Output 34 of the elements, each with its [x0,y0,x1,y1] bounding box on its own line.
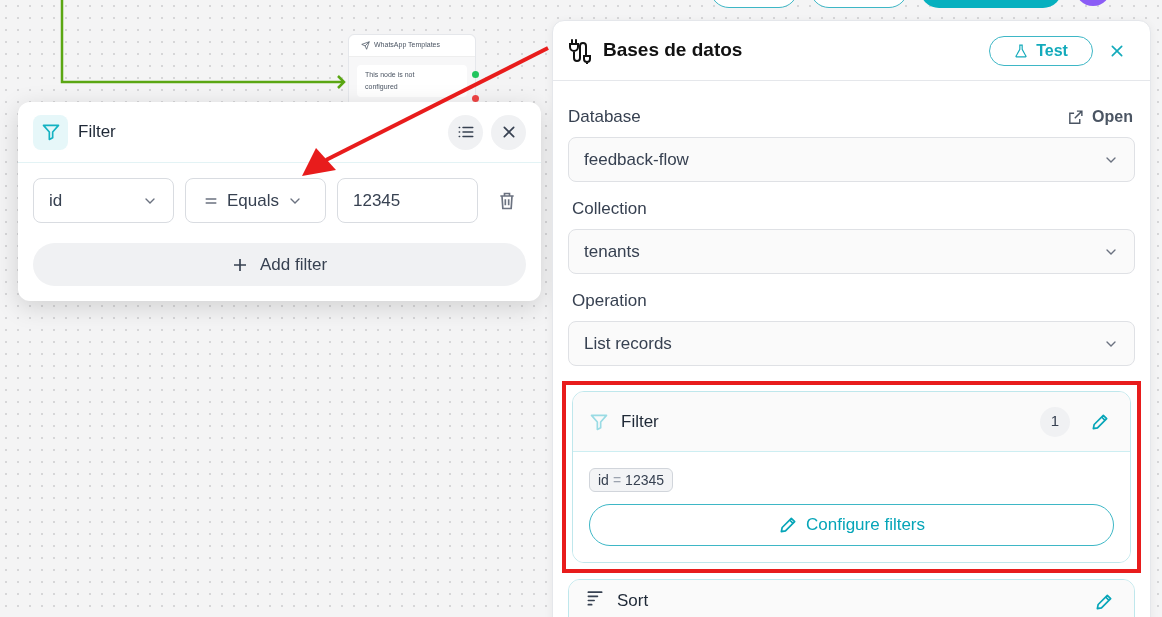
select-field[interactable]: List records [568,321,1135,366]
list-button[interactable] [448,114,483,150]
sort-icon [585,588,605,608]
filter-icon [40,122,61,142]
panel-title: Bases de datos [603,38,743,63]
select-field[interactable]: tenants [568,229,1135,274]
section-title: Filter [621,410,659,433]
close-icon [500,124,517,140]
plus-icon [231,256,248,273]
trash-icon [497,190,517,211]
external-link-icon [1067,108,1085,126]
field-label: Collection [571,198,647,221]
close-icon [1109,42,1125,59]
close-button[interactable] [491,114,526,150]
close-button[interactable] [1109,42,1125,59]
open-link[interactable]: Open [1067,105,1133,129]
value-field[interactable]: 12345 [337,178,478,223]
pencil-icon [1090,411,1110,432]
flask-icon [1014,43,1029,58]
delete-button[interactable] [497,190,517,211]
filter-chip: id = 12345 [589,468,674,492]
operator-label: Equals [227,189,279,212]
field-label: Database [568,106,641,129]
operator-select[interactable]: Equals [185,178,326,223]
select-field[interactable]: feedback-flow [568,137,1135,182]
send-icon [361,41,370,50]
field-select[interactable]: id [33,178,174,223]
field-label: Operation [571,290,647,313]
section-title: Sort [617,590,649,612]
add-filter-button[interactable]: Add filter [33,243,526,286]
count-badge: 1 [1040,406,1070,437]
plug-icon [568,37,592,64]
popup-title: Filter [78,121,116,144]
pencil-icon [1094,592,1114,612]
